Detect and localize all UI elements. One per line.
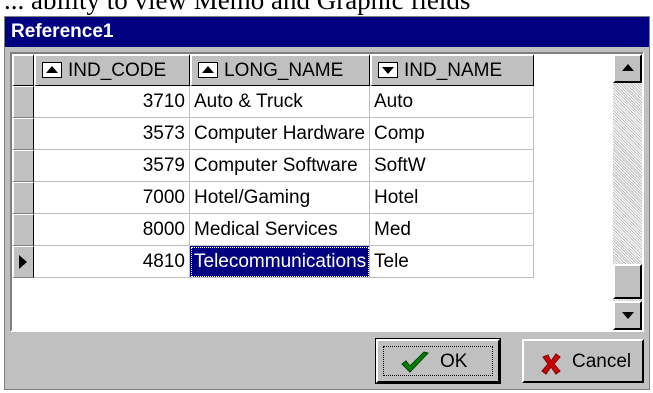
cell-long-name[interactable]: Auto & Truck bbox=[190, 86, 370, 118]
scroll-down-button[interactable] bbox=[613, 301, 642, 330]
scroll-up-arrow-icon bbox=[622, 64, 634, 71]
scroll-down-arrow-icon bbox=[622, 312, 634, 319]
column-header-long-name[interactable]: LONG_NAME bbox=[190, 54, 370, 86]
cell-ind-name[interactable]: Comp bbox=[370, 118, 534, 150]
cell-long-name-selected[interactable]: Telecommunications bbox=[190, 246, 370, 278]
cancel-button-label: Cancel bbox=[572, 351, 632, 372]
scrollbar-thumb[interactable] bbox=[613, 264, 642, 299]
ok-button[interactable]: OK bbox=[375, 338, 501, 384]
vertical-scrollbar[interactable] bbox=[613, 54, 642, 330]
row-indicator[interactable] bbox=[12, 182, 34, 214]
reference-dialog: Reference1 IND_CODE LONG_NAME IND_NAME 3… bbox=[4, 16, 650, 390]
cell-ind-name[interactable]: Med bbox=[370, 214, 534, 246]
cell-ind-code[interactable]: 3579 bbox=[34, 150, 190, 182]
cell-ind-name[interactable]: Auto bbox=[370, 86, 534, 118]
ok-button-label: OK bbox=[440, 351, 468, 372]
row-indicator[interactable] bbox=[12, 86, 34, 118]
cell-long-name[interactable]: Computer Hardware bbox=[190, 118, 370, 150]
cell-long-name[interactable]: Hotel/Gaming bbox=[190, 182, 370, 214]
column-header-ind-code[interactable]: IND_CODE bbox=[34, 54, 190, 86]
cell-ind-code[interactable]: 4810 bbox=[34, 246, 190, 278]
header-indicator-corner bbox=[12, 54, 34, 86]
cell-ind-name[interactable]: Tele bbox=[370, 246, 534, 278]
row-indicator[interactable] bbox=[12, 214, 34, 246]
scroll-up-button[interactable] bbox=[613, 54, 642, 83]
cell-ind-code[interactable]: 7000 bbox=[34, 182, 190, 214]
cell-long-name[interactable]: Computer Software bbox=[190, 150, 370, 182]
column-header-ind-name[interactable]: IND_NAME bbox=[370, 54, 534, 86]
row-indicator-current[interactable] bbox=[12, 246, 34, 278]
current-row-arrow-icon bbox=[19, 255, 27, 269]
column-header-label: LONG_NAME bbox=[224, 60, 344, 81]
row-indicator[interactable] bbox=[12, 150, 34, 182]
x-icon bbox=[541, 353, 561, 375]
data-grid[interactable]: IND_CODE LONG_NAME IND_NAME 3710 Auto & … bbox=[12, 54, 610, 330]
check-icon bbox=[401, 351, 429, 373]
cancel-button[interactable]: Cancel bbox=[522, 339, 644, 383]
cell-ind-code[interactable]: 8000 bbox=[34, 214, 190, 246]
grid-panel: IND_CODE LONG_NAME IND_NAME 3710 Auto & … bbox=[10, 52, 644, 332]
cell-long-name[interactable]: Medical Services bbox=[190, 214, 370, 246]
row-indicator[interactable] bbox=[12, 118, 34, 150]
cell-ind-name[interactable]: SoftW bbox=[370, 150, 534, 182]
cell-ind-name[interactable]: Hotel bbox=[370, 182, 534, 214]
column-header-label: IND_NAME bbox=[404, 60, 503, 81]
sort-ascending-icon bbox=[198, 62, 218, 78]
column-header-label: IND_CODE bbox=[68, 60, 167, 81]
cell-ind-code[interactable]: 3573 bbox=[34, 118, 190, 150]
background-text-above: ... ability to view Memo and Graphic fie… bbox=[4, 0, 471, 15]
sort-ascending-icon bbox=[42, 62, 62, 78]
cell-ind-code[interactable]: 3710 bbox=[34, 86, 190, 118]
window-title: Reference1 bbox=[5, 17, 649, 47]
sort-descending-icon bbox=[378, 62, 398, 78]
